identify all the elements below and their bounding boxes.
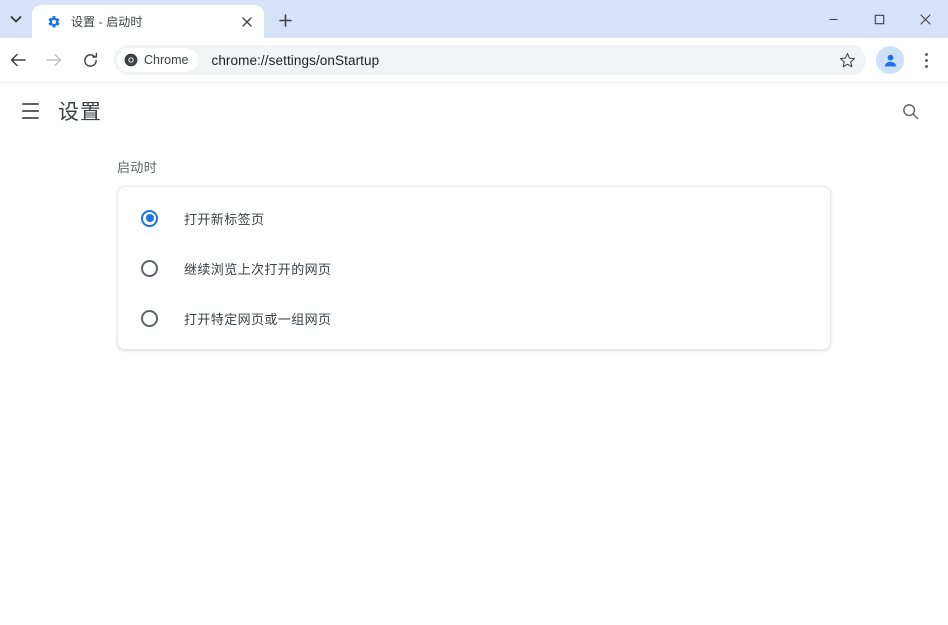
plus-icon — [278, 13, 292, 27]
tab-search-button[interactable] — [2, 5, 30, 33]
profile-avatar-button[interactable] — [876, 46, 904, 74]
settings-search-button[interactable] — [890, 91, 930, 131]
chevron-down-icon — [10, 16, 22, 23]
maximize-icon — [874, 14, 884, 24]
close-window-button[interactable] — [902, 0, 948, 38]
startup-option-continue[interactable]: 继续浏览上次打开的网页 — [118, 243, 830, 293]
browser-menu-button[interactable] — [912, 44, 940, 76]
chrome-chip-label: Chrome — [144, 53, 189, 67]
reload-button[interactable] — [72, 44, 108, 76]
chrome-logo-icon — [124, 53, 138, 67]
settings-content: 启动时 打开新标签页 继续浏览上次打开的网页 打开特定网页或一组网页 — [0, 139, 948, 350]
startup-option-new-tab[interactable]: 打开新标签页 — [118, 193, 830, 243]
arrow-right-icon — [46, 53, 62, 67]
radio-button[interactable] — [141, 259, 158, 277]
browser-toolbar: Chrome chrome://settings/onStartup — [0, 38, 948, 83]
settings-page: 设置 启动时 打开新标签页 继续浏览上次打开的网页 打开特定网页或一组网页 — [0, 83, 948, 625]
minimize-icon — [829, 18, 837, 20]
on-startup-card: 打开新标签页 继续浏览上次打开的网页 打开特定网页或一组网页 — [117, 186, 831, 350]
close-tab-button[interactable] — [238, 13, 256, 31]
startup-option-label: 打开新标签页 — [184, 211, 265, 227]
new-tab-button[interactable] — [271, 6, 299, 34]
forward-button[interactable] — [36, 44, 72, 76]
gear-icon — [46, 14, 62, 30]
more-vertical-icon — [924, 51, 928, 69]
settings-menu-button[interactable] — [10, 91, 50, 131]
window-controls — [810, 0, 948, 38]
radio-button[interactable] — [141, 209, 158, 227]
hamburger-menu-icon — [21, 103, 39, 106]
person-icon — [884, 54, 896, 66]
star-icon — [839, 52, 855, 67]
radio-button[interactable] — [141, 309, 158, 327]
startup-option-label: 继续浏览上次打开的网页 — [184, 261, 332, 277]
page-title: 设置 — [58, 101, 102, 124]
reload-icon — [83, 52, 97, 67]
startup-option-specific-pages[interactable]: 打开特定网页或一组网页 — [118, 293, 830, 343]
browser-tab[interactable]: 设置 - 启动时 — [32, 5, 264, 38]
address-bar[interactable]: Chrome chrome://settings/onStartup — [114, 45, 866, 75]
url-text: chrome://settings/onStartup — [211, 52, 380, 68]
minimize-button[interactable] — [810, 0, 856, 38]
bookmark-star-button[interactable] — [834, 47, 860, 73]
close-icon — [919, 13, 931, 25]
arrow-left-icon — [10, 53, 26, 67]
section-heading: 启动时 — [117, 160, 158, 175]
tab-strip: 设置 - 启动时 — [0, 0, 948, 38]
settings-header: 设置 — [0, 83, 948, 139]
back-button[interactable] — [0, 44, 36, 76]
tab-title: 设置 - 启动时 — [71, 15, 143, 29]
search-icon — [902, 103, 918, 119]
chrome-origin-chip[interactable]: Chrome — [117, 48, 199, 72]
close-icon — [242, 16, 252, 27]
maximize-button[interactable] — [856, 0, 902, 38]
startup-option-label: 打开特定网页或一组网页 — [184, 311, 332, 327]
